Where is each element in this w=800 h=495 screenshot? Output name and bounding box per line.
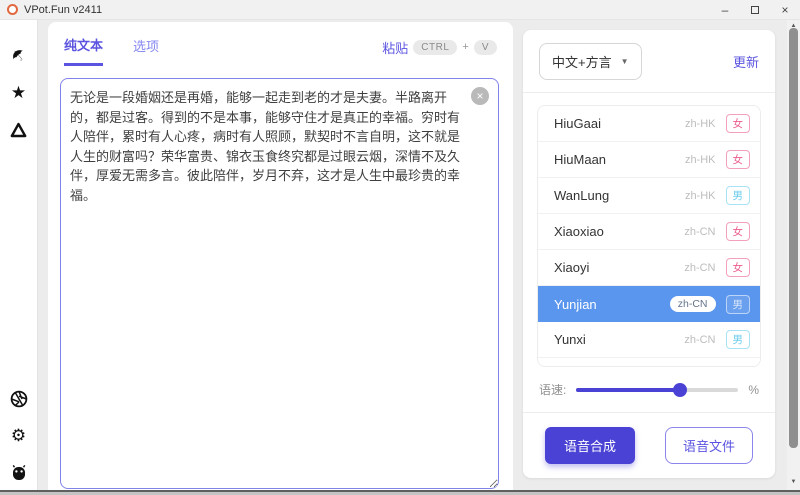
rate-label: 语速: [539, 381, 566, 398]
gender-badge: 女 [726, 150, 751, 169]
window-bottom-edge [0, 490, 800, 495]
voice-locale: zh-CN [684, 334, 715, 346]
gender-badge: 男 [726, 367, 751, 368]
scrollbar-thumb[interactable] [789, 28, 798, 448]
tab-bar: 纯文本 选项 粘贴 CTRL + V [48, 22, 513, 66]
slider-thumb[interactable] [673, 383, 687, 397]
gender-badge: 男 [726, 330, 751, 349]
language-select-value: 中文+方言 [552, 52, 612, 71]
voice-locale: zh-CN [684, 262, 715, 274]
voice-locale: zh-HK [685, 154, 716, 166]
voice-row[interactable]: WanLungzh-HK 男 [538, 178, 760, 214]
gender-badge: 男 [726, 295, 751, 314]
voice-row[interactable]: Xiaoxiaozh-CN 女 [538, 214, 760, 250]
close-button[interactable]: × [770, 0, 800, 20]
voice-row[interactable]: HiuGaaizh-HK 女 [538, 106, 760, 142]
v-key-badge: V [474, 40, 497, 55]
text-input[interactable]: 无论是一段婚姻还是再婚，能够一起走到老的才是夫妻。半路离开的，都是过客。得到的不… [60, 78, 499, 489]
voice-file-button[interactable]: 语音文件 [665, 427, 753, 464]
chevron-down-icon: ▼ [621, 57, 629, 66]
maximize-icon [751, 6, 759, 14]
voice-panel-header: 中文+方言 ▼ 更新 [523, 30, 775, 93]
plus-sign: + [462, 41, 468, 53]
app-logo-icon [7, 4, 18, 15]
gear-icon[interactable]: ⚙ [9, 426, 29, 446]
sidebar-bottom-group: ⚙ [0, 389, 37, 483]
voice-name: HiuMaan [554, 152, 685, 167]
triangle-icon[interactable] [9, 120, 29, 140]
voice-name: WanLung [554, 188, 685, 203]
paste-group: 粘贴 CTRL + V [382, 38, 497, 63]
ctrl-key-badge: CTRL [413, 40, 457, 55]
tab-options[interactable]: 选项 [133, 36, 159, 64]
sidebar: ☂ ★ ⚙ [0, 20, 38, 495]
titlebar: VPot.Fun v2411 – × [0, 0, 800, 20]
voice-name: Xiaoxiao [554, 224, 684, 239]
vertical-scrollbar[interactable]: ▲ ▼ [787, 20, 800, 495]
voice-list: HiuGaaizh-HK女HiuMaanzh-HK女WanLungzh-HK男X… [537, 105, 761, 367]
voice-locale: zh-CN [684, 226, 715, 238]
tab-plain-text[interactable]: 纯文本 [64, 35, 103, 66]
aperture-icon[interactable] [9, 389, 29, 409]
slider-track [576, 388, 738, 392]
voice-row[interactable]: Yunxizh-CN 男 [538, 322, 760, 358]
gender-badge: 男 [726, 186, 751, 205]
rate-row: 语速: % [523, 371, 775, 412]
star-icon[interactable]: ★ [9, 83, 29, 103]
gender-badge: 女 [726, 222, 751, 241]
maximize-button[interactable] [740, 0, 770, 20]
voice-name: Yunjian [554, 297, 670, 312]
gender-badge: 女 [726, 258, 751, 277]
voice-locale: zh-HK [685, 118, 716, 130]
sidebar-top-group: ☂ ★ [0, 46, 37, 140]
voice-row[interactable]: Xiaoyizh-CN 女 [538, 250, 760, 286]
gender-badge: 女 [726, 114, 751, 133]
window-controls: – × [710, 0, 800, 20]
textarea-wrap: 无论是一段婚姻还是再婚，能够一起走到老的才是夫妻。半路离开的，都是过客。得到的不… [60, 78, 499, 489]
editor-panel: 纯文本 选项 粘贴 CTRL + V 无论是一段婚姻还是再婚，能够一起走到老的才… [48, 22, 513, 495]
rate-slider[interactable] [576, 383, 738, 397]
voice-locale: zh-CN [670, 296, 716, 312]
clear-text-button[interactable]: × [471, 87, 489, 105]
language-select[interactable]: 中文+方言 ▼ [539, 43, 642, 80]
voice-row[interactable]: Yunjianzh-CN 男 [538, 286, 760, 322]
app-window: VPot.Fun v2411 – × ☂ ★ ⚙ [0, 0, 800, 495]
robot-icon[interactable] [9, 463, 29, 483]
rate-unit: % [748, 383, 759, 397]
voice-row[interactable]: Yunxiazh-CN男 [538, 358, 760, 367]
voice-name: Xiaoyi [554, 260, 684, 275]
window-title: VPot.Fun v2411 [24, 4, 102, 16]
main-area: 纯文本 选项 粘贴 CTRL + V 无论是一段婚姻还是再婚，能够一起走到老的才… [38, 20, 787, 495]
scroll-down-icon[interactable]: ▼ [787, 476, 800, 488]
voice-panel: 中文+方言 ▼ 更新 HiuGaaizh-HK女HiuMaanzh-HK女Wan… [523, 30, 775, 478]
voice-row[interactable]: HiuMaanzh-HK 女 [538, 142, 760, 178]
voice-panel-footer: 语音合成 语音文件 [523, 412, 775, 478]
paste-button[interactable]: 粘贴 [382, 38, 408, 57]
slider-fill [576, 388, 680, 392]
umbrella-icon[interactable]: ☂ [4, 42, 32, 70]
voice-locale: zh-HK [685, 190, 716, 202]
voice-name: Yunxi [554, 332, 684, 347]
synthesize-button[interactable]: 语音合成 [545, 427, 635, 464]
minimize-button[interactable]: – [710, 0, 740, 20]
content-area: ☂ ★ ⚙ 纯文本 选项 [0, 20, 800, 495]
refresh-link[interactable]: 更新 [733, 52, 759, 71]
voice-name: HiuGaai [554, 116, 685, 131]
